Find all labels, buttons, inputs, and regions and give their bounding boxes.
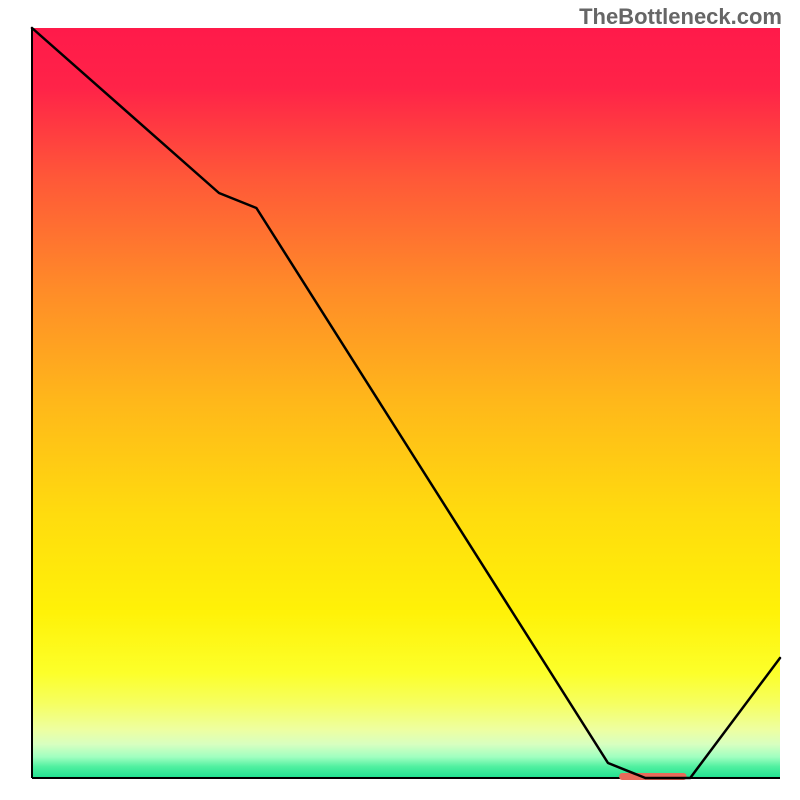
- plot-background: [32, 28, 780, 778]
- chart-container: TheBottleneck.com: [0, 0, 800, 800]
- watermark-text: TheBottleneck.com: [579, 4, 782, 30]
- line-chart: [0, 0, 800, 800]
